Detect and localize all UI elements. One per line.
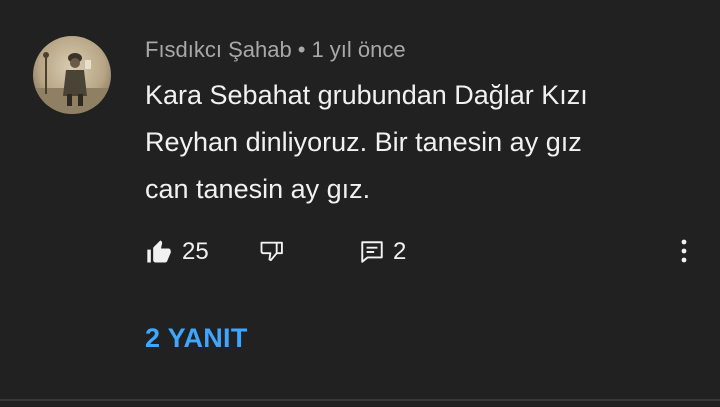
author-name[interactable]: Fısdıkcı Şahab: [145, 37, 292, 62]
comment-time[interactable]: 1 yıl önce: [311, 37, 405, 62]
avatar[interactable]: [33, 36, 111, 114]
comment-thread: Fısdıkcı Şahab • 1 yıl önce Kara Sebahat g…: [0, 0, 720, 407]
divider: [0, 399, 720, 401]
like-button[interactable]: 25: [144, 234, 209, 270]
thumbs-down-icon: [260, 241, 283, 262]
comment-icon: [361, 241, 383, 263]
dislike-button[interactable]: [257, 234, 287, 270]
comment-text: Kara Sebahat grubundan Dağlar Kızı Reyha…: [145, 80, 588, 204]
reply-button[interactable]: 2: [359, 234, 406, 270]
comment-actions: 25 2: [0, 234, 720, 274]
like-count: 25: [182, 238, 209, 265]
view-replies-button[interactable]: 2 YANIT: [145, 323, 248, 354]
more-vertical-icon: [681, 239, 687, 263]
meta-separator: •: [297, 37, 306, 62]
reply-count: 2: [393, 238, 407, 265]
avatar-image: [33, 36, 111, 114]
comment-meta: Fısdıkcı Şahab • 1 yıl önce: [145, 37, 406, 63]
thumbs-up-icon: [147, 240, 171, 263]
more-actions-button[interactable]: [672, 236, 696, 266]
